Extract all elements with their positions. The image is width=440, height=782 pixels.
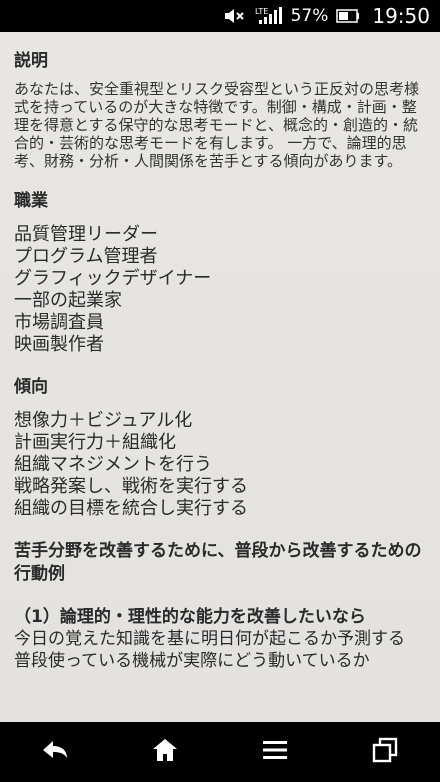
mute-icon	[223, 6, 247, 26]
improvement-subheading: （1）論理的・理性的な能力を改善したいなら	[14, 607, 366, 627]
battery-percent: 57%	[290, 6, 329, 26]
occupations-heading: 職業	[14, 191, 48, 211]
tendencies-heading: 傾向	[14, 377, 48, 397]
status-bar: LTE 57% 19:50	[0, 0, 440, 32]
occupations-list: 品質管理リーダー プログラム管理者 グラフィックデザイナー 一部の起業家 市場調…	[14, 224, 426, 356]
description-heading: 説明	[14, 51, 48, 71]
improvement-line: 今日の覚えた知識を基に明日何が起こるか予測する	[14, 629, 405, 649]
tendencies-list: 想像力＋ビジュアル化 計画実行力＋組織化 組織マネジメントを行う 戦略発案し、戦…	[14, 410, 426, 520]
list-item: 映画製作者	[14, 334, 104, 355]
improvement-line: 普段使っている機械が実際にどう動いているか	[14, 651, 370, 671]
recent-apps-button[interactable]	[355, 722, 415, 782]
signal-icon: LTE	[255, 6, 283, 26]
back-arrow-icon	[40, 738, 70, 766]
menu-icon	[262, 739, 288, 765]
list-item: 市場調査員	[14, 312, 104, 333]
list-item: 戦略発案し、戦術を実行する	[14, 476, 248, 497]
home-icon	[151, 737, 179, 767]
battery-icon	[336, 8, 360, 24]
recent-apps-icon	[371, 736, 399, 768]
list-item: プログラム管理者	[14, 246, 158, 267]
list-item: 計画実行力＋組織化	[14, 432, 176, 453]
article-content[interactable]: 説明 あなたは、安全重視型とリスク受容型という正反対の思考様式を持っているのが大…	[0, 32, 440, 722]
list-item: 品質管理リーダー	[14, 224, 158, 245]
list-item: 組織の目標を統合し実行する	[14, 498, 248, 519]
back-button[interactable]	[25, 722, 85, 782]
list-item: グラフィックデザイナー	[14, 268, 212, 289]
menu-button[interactable]	[245, 722, 305, 782]
network-label: LTE	[255, 7, 268, 16]
list-item: 一部の起業家	[14, 290, 122, 311]
description-text: あなたは、安全重視型とリスク受容型という正反対の思考様式を持っているのが大きな特…	[14, 80, 420, 170]
navigation-bar	[0, 722, 440, 782]
home-button[interactable]	[135, 722, 195, 782]
clock: 19:50	[372, 4, 430, 28]
improvement-heading: 苦手分野を改善するために、普段から改善するための行動例	[14, 541, 422, 584]
list-item: 組織マネジメントを行う	[14, 454, 212, 475]
list-item: 想像力＋ビジュアル化	[14, 410, 193, 431]
